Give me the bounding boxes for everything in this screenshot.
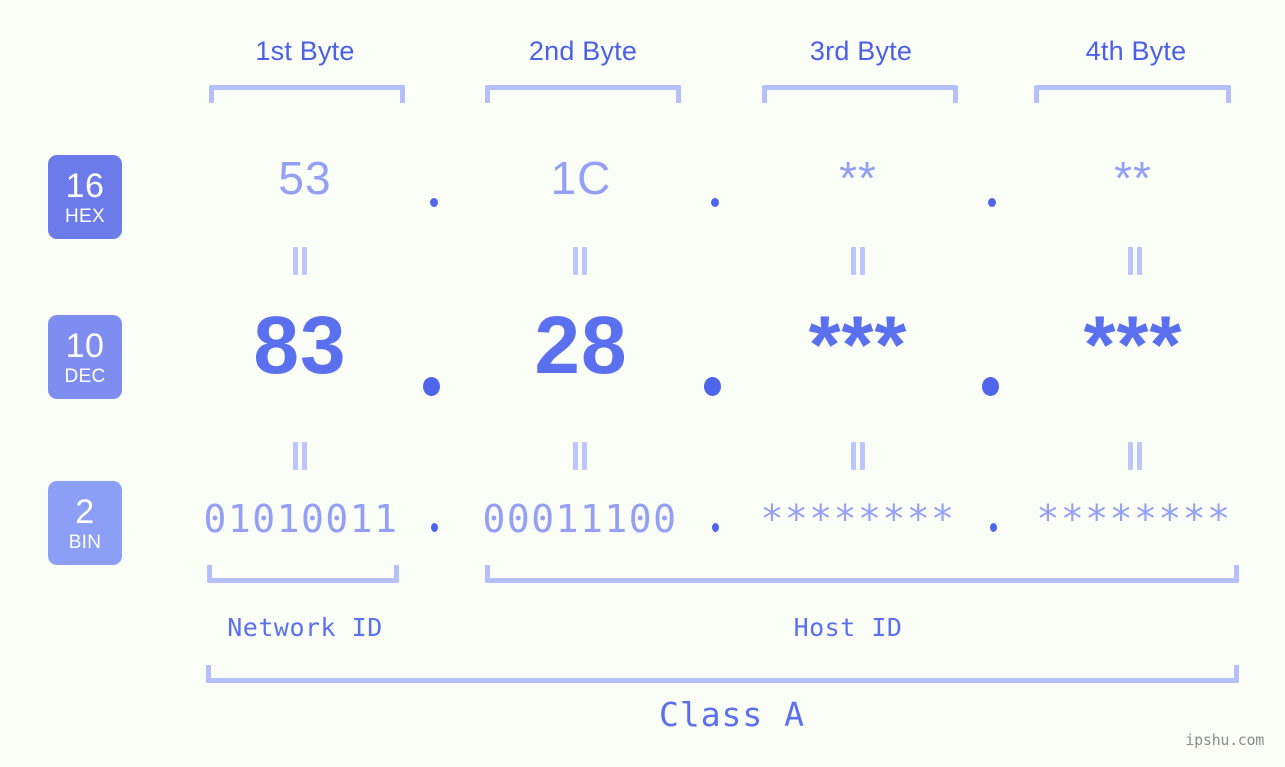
hex-octet-2: 1C [550,152,612,204]
equals-connector-dec-bin-4 [1128,442,1142,470]
hex-octet-3: ** [839,152,877,204]
dec-octet-2: 28 [534,300,628,391]
equals-connector-dec-bin-2 [573,442,587,470]
dec-separator-dot-3 [982,377,999,396]
base-badge-hex: 16 HEX [48,155,122,239]
dec-octet-3: *** [808,300,908,391]
equals-connector-dec-bin-3 [851,442,865,470]
bin-octet-1: 01010011 [203,497,399,541]
base-badge-bin-number: 2 [75,492,95,531]
equals-connector-hex-dec-1 [293,247,307,275]
equals-connector-dec-bin-1 [293,442,307,470]
network-id-label: Network ID [227,613,383,642]
bin-octet-2: 00011100 [482,497,678,541]
bin-octet-3: ******** [760,497,956,541]
hex-separator-dot-2 [711,198,719,207]
dec-separator-dot-1 [423,377,440,396]
class-label: Class A [658,695,806,734]
ip-address-breakdown-diagram: 1st Byte 2nd Byte 3rd Byte 4th Byte 16 H… [0,0,1285,767]
dec-octet-4: *** [1083,300,1183,391]
equals-connector-hex-dec-4 [1128,247,1142,275]
network-id-bracket [207,565,399,583]
bin-octet-4: ******** [1036,497,1232,541]
bin-separator-dot-2 [712,523,719,532]
hex-octet-1: 53 [278,152,332,204]
hex-separator-dot-3 [988,198,996,207]
watermark: ipshu.com [1185,731,1264,749]
byte-header-2: 2nd Byte [528,36,638,66]
host-id-bracket [485,565,1239,583]
base-badge-hex-number: 16 [65,166,105,205]
byte-bracket-1 [209,85,405,103]
byte-header-4: 4th Byte [1085,36,1187,66]
dec-separator-dot-2 [704,377,721,396]
host-id-label: Host ID [793,613,903,642]
byte-bracket-4 [1034,85,1231,103]
class-bracket [206,665,1239,683]
base-badge-bin-name: BIN [68,531,102,553]
byte-bracket-2 [485,85,681,103]
hex-octet-4: ** [1114,152,1152,204]
dec-octet-1: 83 [253,300,347,391]
byte-bracket-3 [762,85,958,103]
bin-separator-dot-3 [990,523,997,532]
base-badge-hex-name: HEX [65,205,105,227]
byte-header-3: 3rd Byte [809,36,913,66]
byte-header-1: 1st Byte [255,36,355,66]
base-badge-dec-number: 10 [65,326,105,365]
bin-separator-dot-1 [431,523,438,532]
hex-separator-dot-1 [430,198,438,207]
equals-connector-hex-dec-2 [573,247,587,275]
base-badge-dec: 10 DEC [48,315,122,399]
base-badge-bin: 2 BIN [48,481,122,565]
equals-connector-hex-dec-3 [851,247,865,275]
base-badge-dec-name: DEC [64,365,106,387]
